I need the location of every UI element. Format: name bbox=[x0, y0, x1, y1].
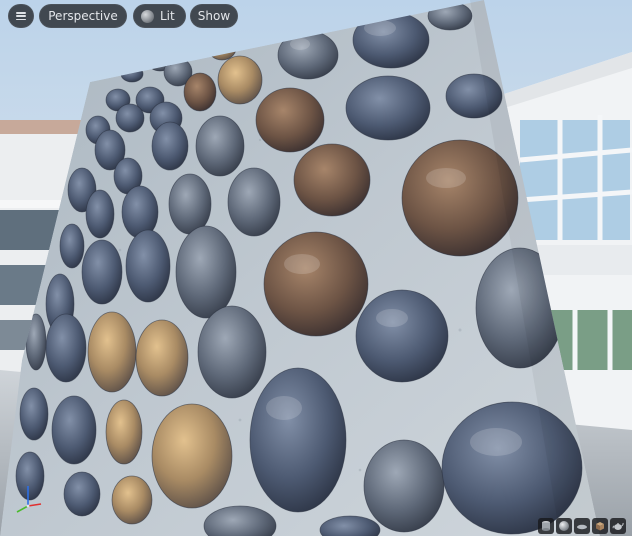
hamburger-menu-icon bbox=[16, 12, 26, 20]
x-axis-line bbox=[27, 503, 42, 507]
preview-mesh-selector bbox=[538, 518, 626, 536]
lighting-mode-label: Lit bbox=[160, 9, 175, 23]
material-preview-viewport[interactable]: Perspective Lit Show bbox=[0, 0, 632, 536]
axis-origin bbox=[26, 504, 30, 508]
show-label: Show bbox=[197, 9, 231, 23]
axis-gizmo bbox=[16, 486, 42, 513]
cube-icon[interactable] bbox=[592, 518, 608, 534]
viewport-scene[interactable] bbox=[0, 0, 632, 536]
plane-icon[interactable] bbox=[574, 518, 590, 534]
teapot-icon[interactable] bbox=[610, 518, 626, 534]
sphere-icon[interactable] bbox=[556, 518, 572, 534]
viewport-options-menu-button[interactable] bbox=[8, 4, 34, 28]
cylinder-icon[interactable] bbox=[538, 518, 554, 534]
view-mode-dropdown[interactable]: Perspective bbox=[39, 4, 127, 28]
y-axis-line bbox=[16, 505, 29, 513]
show-flags-dropdown[interactable]: Show bbox=[190, 4, 238, 28]
lit-sphere-icon bbox=[141, 9, 154, 23]
view-mode-label: Perspective bbox=[48, 9, 118, 23]
lighting-mode-dropdown[interactable]: Lit bbox=[133, 4, 186, 28]
